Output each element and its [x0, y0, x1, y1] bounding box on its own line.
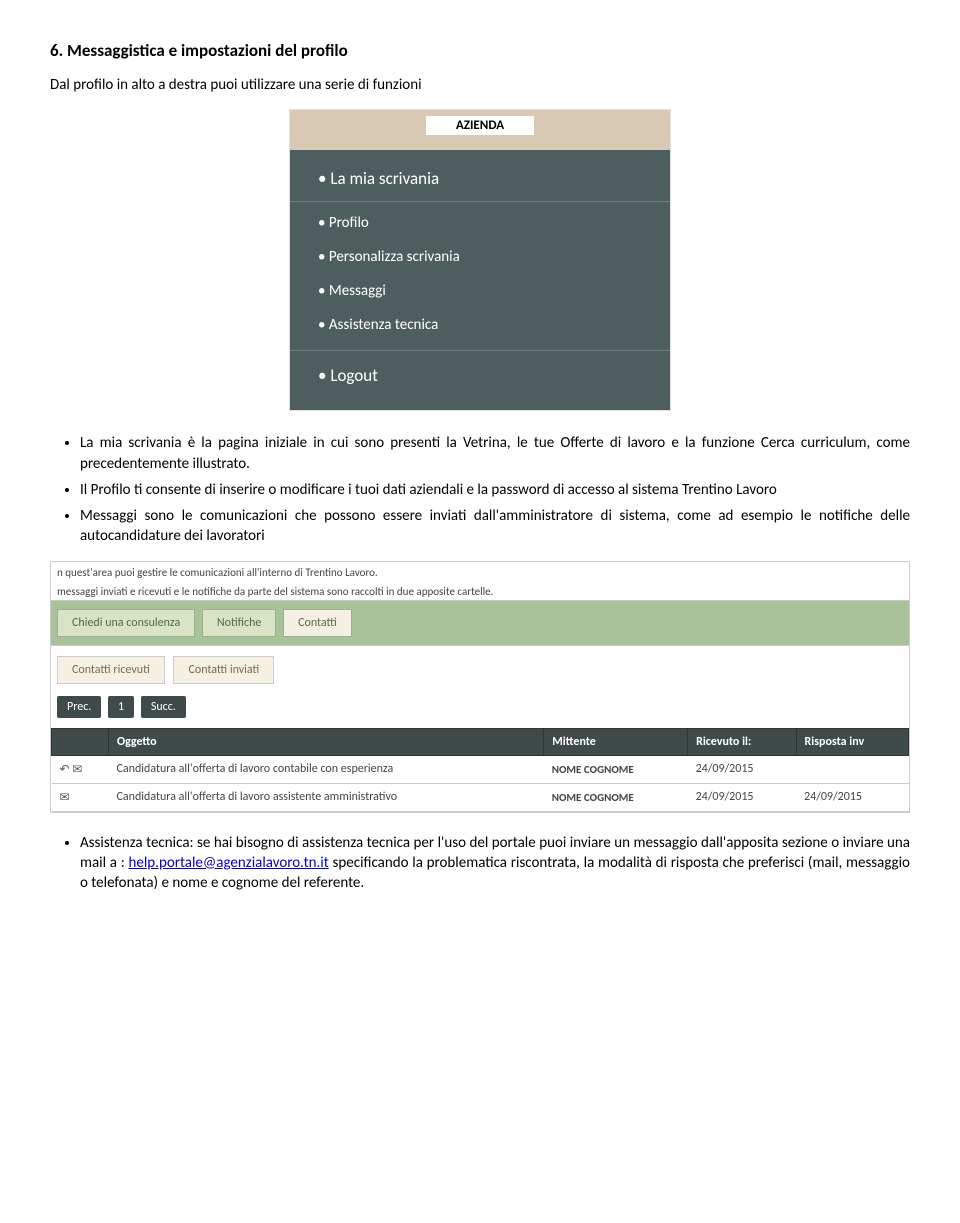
dropdown-header-label: AZIENDA: [426, 116, 534, 135]
row-mittente: NOME COGNOME: [544, 783, 688, 811]
row-risposta: 24/09/2015: [796, 783, 908, 811]
bullet-list-1: La mia scrivania è la pagina iniziale in…: [80, 433, 910, 546]
pager: Prec. 1 Succ.: [51, 690, 909, 724]
section-heading: 6. Messaggistica e impostazioni del prof…: [50, 40, 910, 61]
row-ricevuto: 24/09/2015: [688, 783, 796, 811]
messages-screenshot: n quest'area puoi gestire le comunicazio…: [50, 561, 910, 813]
col-ricevuto: Ricevuto il:: [688, 728, 796, 755]
dropdown-body: La mia scrivania Profilo Personalizza sc…: [290, 150, 670, 410]
pager-next[interactable]: Succ.: [141, 696, 186, 718]
msg-desc-2: messaggi inviati e ricevuti e le notific…: [51, 581, 909, 600]
dropdown-header: AZIENDA: [290, 110, 670, 150]
msg-desc-1: n quest'area puoi gestire le comunicazio…: [51, 562, 909, 581]
dropdown-item-logout[interactable]: Logout: [290, 350, 670, 394]
list-item: Assistenza tecnica: se hai bisogno di as…: [80, 833, 910, 894]
subtab-ricevuti[interactable]: Contatti ricevuti: [57, 656, 165, 684]
list-item: Il Profilo ti consente di inserire o mod…: [80, 480, 910, 500]
dropdown-item-profilo[interactable]: Profilo: [290, 206, 670, 240]
row-risposta: [796, 755, 908, 783]
list-item: La mia scrivania è la pagina iniziale in…: [80, 433, 910, 474]
pager-page-1[interactable]: 1: [108, 696, 134, 718]
pager-prev[interactable]: Prec.: [57, 696, 101, 718]
dropdown-item-scrivania[interactable]: La mia scrivania: [290, 160, 670, 202]
row-oggetto: Candidatura all'offerta di lavoro assist…: [109, 783, 544, 811]
intro-paragraph: Dal profilo in alto a destra puoi utiliz…: [50, 75, 910, 95]
msg-subtabs: Contatti ricevuti Contatti inviati: [51, 646, 909, 690]
row-icons: ↶ ✉: [52, 755, 109, 783]
col-oggetto: Oggetto: [109, 728, 544, 755]
col-icon: [52, 728, 109, 755]
col-risposta: Risposta inv: [796, 728, 908, 755]
list-item: Messaggi sono le comunicazioni che posso…: [80, 506, 910, 547]
table-row[interactable]: ✉ Candidatura all'offerta di lavoro assi…: [52, 783, 909, 811]
tab-contatti[interactable]: Contatti: [283, 609, 352, 637]
row-icons: ✉: [52, 783, 109, 811]
dropdown-item-messaggi[interactable]: Messaggi: [290, 274, 670, 308]
col-mittente: Mittente: [544, 728, 688, 755]
profile-dropdown-screenshot: AZIENDA La mia scrivania Profilo Persona…: [289, 109, 671, 411]
tab-consulenza[interactable]: Chiedi una consulenza: [57, 609, 195, 637]
dropdown-item-assistenza[interactable]: Assistenza tecnica: [290, 308, 670, 342]
bullet-list-2: Assistenza tecnica: se hai bisogno di as…: [80, 833, 910, 894]
row-ricevuto: 24/09/2015: [688, 755, 796, 783]
dropdown-item-personalizza[interactable]: Personalizza scrivania: [290, 240, 670, 274]
help-email-link[interactable]: help.portale@agenzialavoro.tn.it: [128, 854, 328, 872]
row-mittente: NOME COGNOME: [544, 755, 688, 783]
row-oggetto: Candidatura all'offerta di lavoro contab…: [109, 755, 544, 783]
table-row[interactable]: ↶ ✉ Candidatura all'offerta di lavoro co…: [52, 755, 909, 783]
messages-table: Oggetto Mittente Ricevuto il: Risposta i…: [51, 728, 909, 812]
tab-notifiche[interactable]: Notifiche: [202, 609, 276, 637]
msg-tabbar: Chiedi una consulenza Notifiche Contatti: [51, 600, 909, 646]
subtab-inviati[interactable]: Contatti inviati: [173, 656, 274, 684]
